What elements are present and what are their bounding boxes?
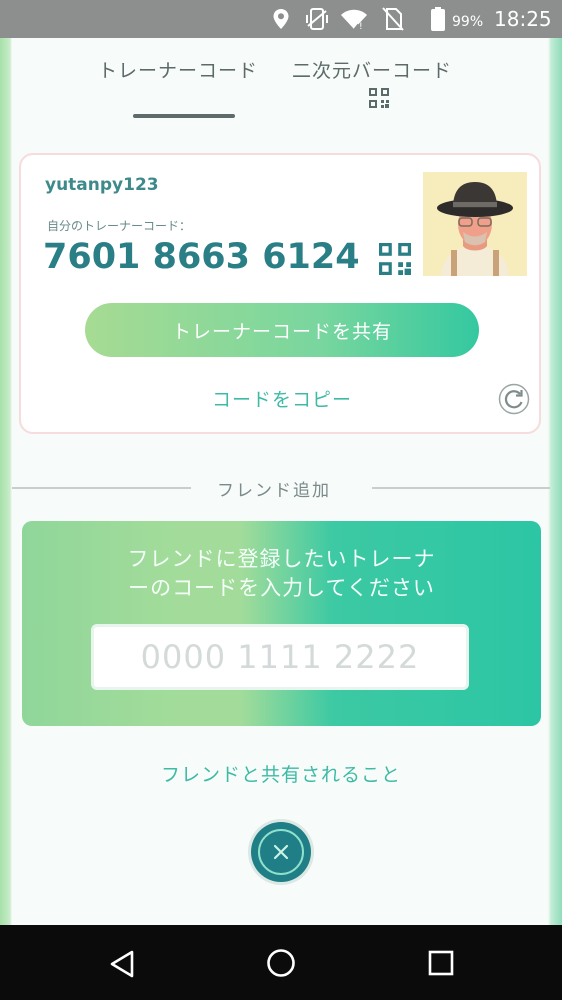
recents-icon[interactable] [428, 950, 454, 980]
copy-code-link[interactable]: コードをコピー [21, 385, 543, 412]
no-sim-icon [380, 0, 406, 38]
svg-text:!: ! [359, 22, 363, 31]
battery-percent: 99% [452, 14, 484, 30]
friend-code-input[interactable] [91, 624, 469, 690]
vibrate-icon [304, 0, 330, 38]
qr-code-icon[interactable] [379, 243, 411, 279]
share-trainer-code-button[interactable]: トレーナーコードを共有 [85, 303, 479, 357]
add-friend-panel: フレンドに登録したいトレーナ ーのコードを入力してください [22, 521, 541, 726]
divider-line-left [12, 487, 191, 489]
trainer-code-card: yutanpy123 自分のトレーナーコード： 7601 8663 6124 ト… [19, 153, 541, 434]
trainer-code-label: 自分のトレーナーコード： [47, 219, 192, 233]
wifi-icon: ! [340, 0, 368, 38]
qr-code-icon[interactable] [369, 88, 389, 112]
add-friend-heading: フレンド追加 [217, 481, 331, 501]
trainer-code-value: 7601 8663 6124 [43, 237, 360, 277]
close-button[interactable] [247, 818, 315, 886]
divider-line-right [372, 487, 550, 489]
location-icon [272, 0, 290, 38]
active-tab-indicator [133, 114, 235, 118]
add-friend-prompt: フレンドに登録したいトレーナ ーのコードを入力してください [22, 545, 541, 603]
status-bar: ! 99% 18:25 [0, 0, 562, 38]
prompt-line-2: ーのコードを入力してください [128, 576, 435, 600]
tab-trainer-code[interactable]: トレーナーコード [98, 56, 258, 83]
shared-with-friends-link[interactable]: フレンドと共有されること [0, 760, 562, 787]
username: yutanpy123 [45, 175, 159, 195]
close-icon [248, 819, 314, 885]
trainer-avatar [423, 172, 527, 276]
system-navigation-bar [0, 925, 562, 1000]
battery-icon [431, 0, 445, 38]
tab-qr-code[interactable]: 二次元バーコード [292, 56, 452, 83]
tab-bar: トレーナーコード 二次元バーコード [0, 56, 562, 126]
home-icon[interactable] [266, 948, 296, 982]
back-icon[interactable] [108, 949, 136, 983]
prompt-line-1: フレンドに登録したいトレーナ [127, 547, 436, 571]
add-friend-divider: フレンド追加 [12, 474, 550, 502]
status-time: 18:25 [494, 7, 552, 31]
refresh-icon[interactable] [498, 383, 530, 415]
